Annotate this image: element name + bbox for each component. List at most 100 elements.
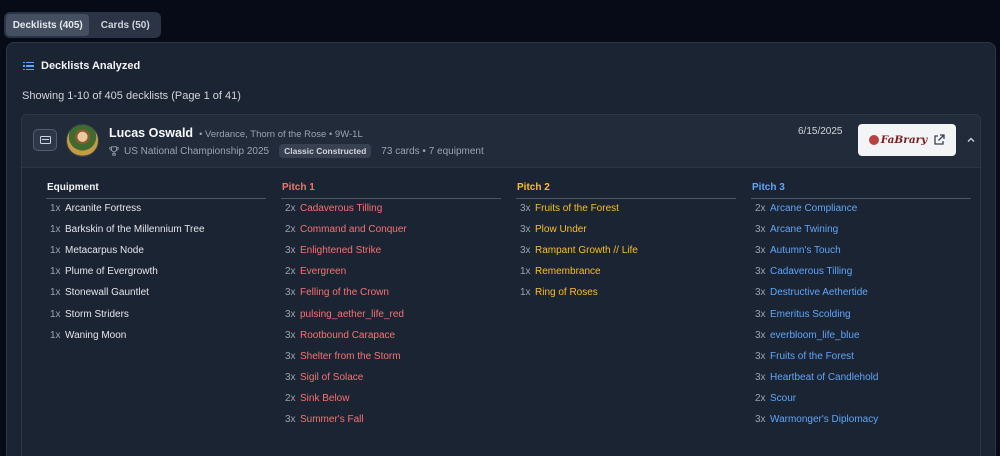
card-row[interactable]: 3x Warmonger's Diplomacy — [755, 414, 878, 425]
card-quantity: 3x — [285, 371, 296, 383]
card-name[interactable]: Metacarpus Node — [65, 245, 144, 256]
card-quantity: 1x — [50, 287, 61, 299]
player-name: Lucas Oswald — [109, 126, 194, 140]
card-name[interactable]: Scour — [770, 393, 796, 404]
decklist-card: Lucas Oswald • Verdance, Thorn of the Ro… — [21, 114, 981, 456]
card-quantity: 1x — [50, 245, 61, 257]
card-name[interactable]: Shelter from the Storm — [300, 351, 401, 362]
card-quantity: 1x — [520, 266, 531, 278]
card-name[interactable]: Warmonger's Diplomacy — [770, 414, 878, 425]
card-row[interactable]: 3x Felling of the Crown — [285, 287, 389, 298]
card-name[interactable]: Rootbound Carapace — [300, 330, 395, 341]
card-name[interactable]: Remembrance — [535, 266, 601, 277]
card-row[interactable]: 3x Fruits of the Forest — [520, 203, 619, 214]
card-name[interactable]: Arcanite Fortress — [65, 203, 141, 214]
card-row[interactable]: 2x Evergreen — [285, 266, 346, 277]
card-row[interactable]: 1x Plume of Evergrowth — [50, 266, 158, 277]
card-row[interactable]: 3x pulsing_aether_life_red — [285, 309, 404, 320]
card-quantity: 2x — [755, 203, 766, 214]
card-quantity: 2x — [285, 203, 296, 214]
fabrary-link-button[interactable]: FaBrary — [858, 124, 956, 156]
card-row[interactable]: 2x Cadaverous Tilling — [285, 203, 382, 214]
card-row[interactable]: 1x Waning Moon — [50, 330, 126, 341]
card-row[interactable]: 3x Heartbeat of Candlehold — [755, 372, 878, 383]
card-name[interactable]: Evergreen — [300, 266, 346, 277]
card-row[interactable]: 1x Arcanite Fortress — [50, 203, 141, 214]
card-name[interactable]: Cadaverous Tilling — [300, 203, 382, 214]
card-name[interactable]: everbloom_life_blue — [770, 330, 860, 341]
card-name[interactable]: Autumn's Touch — [770, 245, 841, 256]
card-row[interactable]: 3x Sigil of Solace — [285, 372, 363, 383]
panel-title: Decklists Analyzed — [41, 60, 141, 72]
card-name[interactable]: Fruits of the Forest — [535, 203, 619, 214]
card-name[interactable]: Emeritus Scolding — [770, 309, 851, 320]
card-quantity: 2x — [755, 392, 766, 404]
card-row[interactable]: 3x Arcane Twining — [755, 224, 838, 235]
card-name[interactable]: Enlightened Strike — [300, 245, 381, 256]
card-row[interactable]: 3x Fruits of the Forest — [755, 351, 854, 362]
card-name[interactable]: Destructive Aethertide — [770, 287, 868, 298]
card-name[interactable]: Felling of the Crown — [300, 287, 389, 298]
card-name[interactable]: Heartbeat of Candlehold — [770, 372, 878, 383]
card-row[interactable]: 1x Remembrance — [520, 266, 601, 277]
card-row[interactable]: 3x Shelter from the Storm — [285, 351, 401, 362]
card-name[interactable]: Sigil of Solace — [300, 372, 363, 383]
card-row[interactable]: 3x Rootbound Carapace — [285, 330, 395, 341]
card-name[interactable]: Summer's Fall — [300, 414, 364, 425]
card-name[interactable]: Arcane Compliance — [770, 203, 857, 214]
card-row[interactable]: 2x Command and Conquer — [285, 224, 407, 235]
card-name[interactable]: Ring of Roses — [535, 287, 598, 298]
panel-header: Decklists Analyzed — [23, 60, 140, 72]
card-name[interactable]: Plume of Evergrowth — [65, 266, 158, 277]
card-quantity: 3x — [755, 308, 766, 320]
card-row[interactable]: 1x Storm Striders — [50, 309, 129, 320]
tab-decklists[interactable]: Decklists (405) — [6, 14, 90, 36]
card-quantity: 3x — [755, 371, 766, 383]
card-name[interactable]: Fruits of the Forest — [770, 351, 854, 362]
card-row[interactable]: 3x Summer's Fall — [285, 414, 364, 425]
card-name[interactable]: pulsing_aether_life_red — [300, 309, 404, 320]
card-row[interactable]: 1x Metacarpus Node — [50, 245, 144, 256]
card-row[interactable]: 2x Sink Below — [285, 393, 349, 404]
card-name[interactable]: Stonewall Gauntlet — [65, 287, 149, 298]
card-row[interactable]: 3x Enlightened Strike — [285, 245, 381, 256]
card-name[interactable]: Barkskin of the Millennium Tree — [65, 224, 205, 235]
card-row[interactable]: 2x Arcane Compliance — [755, 203, 857, 214]
card-row[interactable]: 3x Plow Under — [520, 224, 587, 235]
external-link-icon — [934, 134, 945, 145]
pagination-summary: Showing 1-10 of 405 decklists (Page 1 of… — [22, 90, 241, 102]
card-quantity: 3x — [755, 414, 766, 425]
card-row[interactable]: 3x Cadaverous Tilling — [755, 266, 852, 277]
card-quantity: 3x — [285, 245, 296, 257]
card-row[interactable]: 2x Scour — [755, 393, 796, 404]
equipment-column: Equipment 1x Arcanite Fortress 1x Barkskin … — [46, 181, 266, 341]
tab-cards[interactable]: Cards (50) — [91, 14, 159, 36]
card-name[interactable]: Sink Below — [300, 393, 349, 404]
pitch1-title: Pitch 1 — [281, 181, 501, 199]
card-row[interactable]: 1x Barkskin of the Millennium Tree — [50, 224, 205, 235]
card-row[interactable]: 3x everbloom_life_blue — [755, 330, 860, 341]
card-name[interactable]: Plow Under — [535, 224, 587, 235]
card-row[interactable]: 1x Ring of Roses — [520, 287, 598, 298]
chevron-up-icon[interactable] — [966, 135, 976, 145]
card-quantity: 1x — [50, 329, 61, 341]
trophy-icon — [109, 146, 119, 156]
card-name[interactable]: Waning Moon — [65, 330, 126, 341]
decklist-header[interactable]: Lucas Oswald • Verdance, Thorn of the Ro… — [22, 115, 980, 168]
card-name[interactable]: Arcane Twining — [770, 224, 838, 235]
card-row[interactable]: 3x Destructive Aethertide — [755, 287, 868, 298]
fabrary-logo: FaBrary — [868, 134, 927, 146]
card-name[interactable]: Rampant Growth // Life — [535, 245, 638, 256]
pitch1-column: Pitch 1 2x Cadaverous Tilling 2x Command an… — [281, 181, 501, 425]
card-row[interactable]: 3x Autumn's Touch — [755, 245, 841, 256]
card-row[interactable]: 3x Emeritus Scolding — [755, 309, 851, 320]
card-name[interactable]: Cadaverous Tilling — [770, 266, 852, 277]
card-name[interactable]: Storm Striders — [65, 309, 129, 320]
hero-record: • Verdance, Thorn of the Rose • 9W-1L — [199, 129, 363, 140]
pitch3-title: Pitch 3 — [751, 181, 971, 199]
card-name[interactable]: Command and Conquer — [300, 224, 407, 235]
card-row[interactable]: 1x Stonewall Gauntlet — [50, 287, 149, 298]
view-deck-button[interactable] — [33, 129, 57, 151]
card-row[interactable]: 3x Rampant Growth // Life — [520, 245, 638, 256]
card-quantity: 3x — [285, 350, 296, 362]
